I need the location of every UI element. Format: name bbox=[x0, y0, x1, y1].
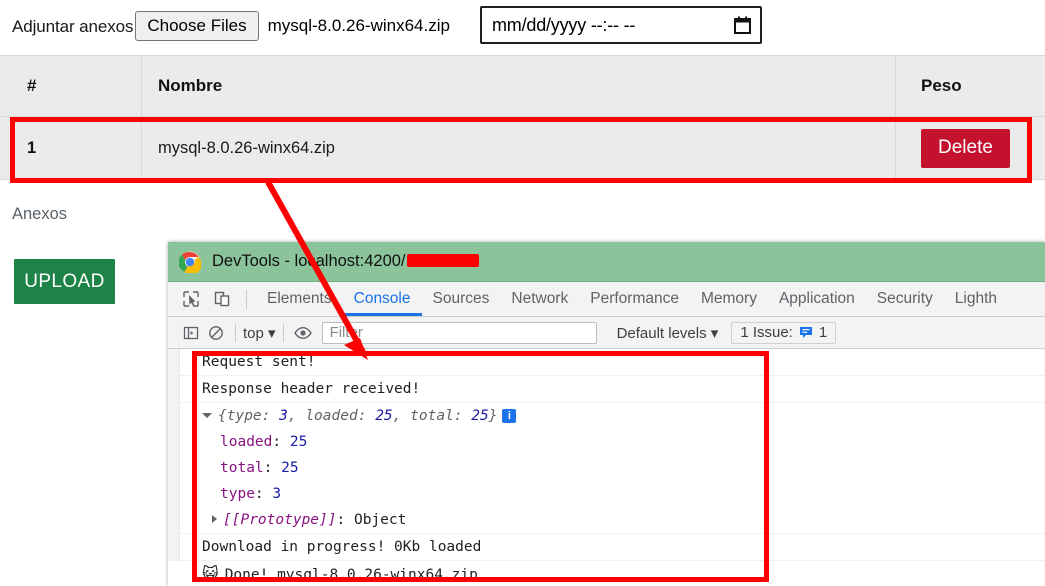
attachments-table: # Nombre Peso 1 mysql-8.0.26-winx64.zip … bbox=[0, 55, 1045, 180]
clear-console-icon[interactable] bbox=[203, 322, 228, 344]
table-header-row: # Nombre Peso bbox=[0, 55, 1045, 117]
log-levels-select[interactable]: Default levels ▾ bbox=[617, 324, 719, 342]
object-summary-key-type: type bbox=[226, 408, 262, 424]
screenshot-root: Adjuntar anexos Choose Files mysql-8.0.2… bbox=[0, 0, 1045, 586]
tab-lighthouse[interactable]: Lighth bbox=[944, 282, 1008, 316]
tab-sources[interactable]: Sources bbox=[422, 282, 501, 316]
anexos-label: Anexos bbox=[12, 205, 68, 223]
header-label-name: Nombre bbox=[158, 76, 223, 95]
console-line-object-summary[interactable]: {type: 3, loaded: 25, total: 25} i bbox=[168, 403, 1045, 429]
console-output[interactable]: Request sent! Response header received! … bbox=[168, 349, 1045, 583]
object-summary-value-type: 3 bbox=[279, 408, 288, 424]
issues-count: 1 bbox=[818, 324, 828, 341]
toolbar-divider-1 bbox=[235, 323, 236, 342]
devtools-window: DevTools - localhost:4200/ Elements Cons… bbox=[168, 242, 1045, 586]
url-redaction bbox=[406, 254, 479, 268]
toolbar-divider-2 bbox=[282, 323, 284, 342]
console-sidebar-icon[interactable] bbox=[178, 322, 203, 344]
console-prop-type: type: 3 bbox=[220, 486, 282, 502]
header-cell-peso: Peso bbox=[895, 56, 1045, 116]
log-levels-label: Default levels bbox=[616, 324, 707, 342]
console-done-text: Done! mysql-8.0.26-winx64.zip bbox=[224, 567, 478, 583]
cell-index: 1 bbox=[0, 117, 142, 179]
console-prop-total: total: 25 bbox=[220, 460, 299, 476]
attach-label: Adjuntar anexos bbox=[12, 16, 134, 36]
row-file-name: mysql-8.0.26-winx64.zip bbox=[158, 138, 335, 157]
calendar-icon[interactable] bbox=[734, 16, 751, 34]
devtools-title-text: DevTools - localhost:4200/ bbox=[212, 252, 406, 270]
selected-file-name: mysql-8.0.26-winx64.zip bbox=[267, 16, 450, 35]
issues-label: 1 Issue: bbox=[740, 324, 793, 341]
object-summary-key-loaded: loaded bbox=[305, 408, 358, 424]
datetime-placeholder: mm/dd/yyyy --:-- -- bbox=[492, 14, 636, 35]
console-line-download-progress: Download in progress! 0Kb loaded bbox=[168, 534, 1045, 561]
header-label-peso: Peso bbox=[921, 76, 962, 95]
filter-input[interactable]: Filter bbox=[321, 321, 597, 344]
prop-key-loaded: loaded bbox=[220, 434, 273, 450]
expand-triangle-icon[interactable] bbox=[202, 413, 212, 418]
issues-badge-button[interactable]: 1 Issue: 1 bbox=[731, 321, 837, 344]
filter-placeholder: Filter bbox=[329, 324, 363, 341]
header-label-index: # bbox=[27, 76, 37, 95]
console-toolbar: top ▾ Filter Default levels ▾ 1 Issue: 1 bbox=[168, 317, 1045, 349]
tab-security[interactable]: Security bbox=[866, 282, 944, 316]
cat-face-icon: 😺 bbox=[202, 564, 219, 583]
collapse-triangle-icon[interactable] bbox=[212, 515, 217, 523]
prototype-key: [[Prototype]] bbox=[223, 512, 337, 528]
console-line-response-header: Response header received! bbox=[168, 376, 1045, 403]
row-index-value: 1 bbox=[27, 138, 37, 157]
devtools-tabbar: Elements Console Sources Network Perform… bbox=[168, 282, 1045, 317]
live-expression-icon[interactable] bbox=[291, 322, 316, 344]
tab-console[interactable]: Console bbox=[343, 282, 422, 316]
devtools-titlebar: DevTools - localhost:4200/ bbox=[168, 242, 1045, 282]
toolbar-divider bbox=[246, 289, 247, 309]
execution-context-select[interactable]: top ▾ bbox=[243, 324, 276, 342]
object-summary-key-total: total bbox=[410, 408, 454, 424]
device-toolbar-icon[interactable] bbox=[209, 287, 235, 311]
datetime-input[interactable]: mm/dd/yyyy --:-- -- bbox=[480, 6, 762, 44]
devtools-title: DevTools - localhost:4200/ bbox=[212, 252, 479, 271]
console-line-request-sent: Request sent! bbox=[168, 349, 1045, 376]
execution-context-label: top bbox=[243, 324, 264, 342]
tab-performance[interactable]: Performance bbox=[579, 282, 690, 316]
upload-button[interactable]: UPLOAD bbox=[14, 259, 115, 304]
object-summary-value-total: 25 bbox=[471, 408, 489, 424]
console-gutter bbox=[168, 349, 180, 561]
chevron-down-icon-levels: ▾ bbox=[710, 324, 719, 342]
tab-network[interactable]: Network bbox=[500, 282, 579, 316]
console-prop-loaded: loaded: 25 bbox=[220, 434, 308, 450]
chevron-down-icon: ▾ bbox=[268, 324, 276, 342]
console-prop-prototype[interactable]: [[Prototype]]: Object bbox=[168, 507, 1045, 534]
tab-elements[interactable]: Elements bbox=[256, 282, 343, 316]
prop-value-total: 25 bbox=[281, 460, 299, 476]
prop-key-total: total bbox=[220, 460, 264, 476]
issue-message-icon bbox=[799, 326, 813, 339]
object-summary-open: { bbox=[218, 408, 227, 424]
tab-memory[interactable]: Memory bbox=[690, 282, 768, 316]
header-cell-name: Nombre bbox=[142, 56, 895, 116]
prop-value-loaded: 25 bbox=[289, 434, 308, 450]
info-icon[interactable]: i bbox=[502, 409, 517, 423]
table-row: 1 mysql-8.0.26-winx64.zip Delete bbox=[0, 117, 1045, 180]
prop-key-type: type bbox=[220, 486, 255, 502]
console-line-done: 😺 Done! mysql-8.0.26-winx64.zip bbox=[168, 561, 1045, 586]
prototype-value: Object bbox=[353, 512, 407, 528]
chrome-logo-icon bbox=[178, 251, 202, 275]
cell-name: mysql-8.0.26-winx64.zip bbox=[142, 117, 895, 179]
header-cell-index: # bbox=[0, 56, 142, 116]
tab-application[interactable]: Application bbox=[768, 282, 866, 316]
cell-action: Delete bbox=[895, 117, 1045, 179]
delete-button[interactable]: Delete bbox=[921, 128, 1010, 168]
prop-value-type: 3 bbox=[272, 486, 282, 502]
inspect-element-icon[interactable] bbox=[178, 287, 204, 311]
object-summary-close: } bbox=[488, 408, 498, 424]
choose-files-button[interactable]: Choose Files bbox=[135, 10, 259, 42]
object-summary-value-loaded: 25 bbox=[375, 408, 393, 424]
